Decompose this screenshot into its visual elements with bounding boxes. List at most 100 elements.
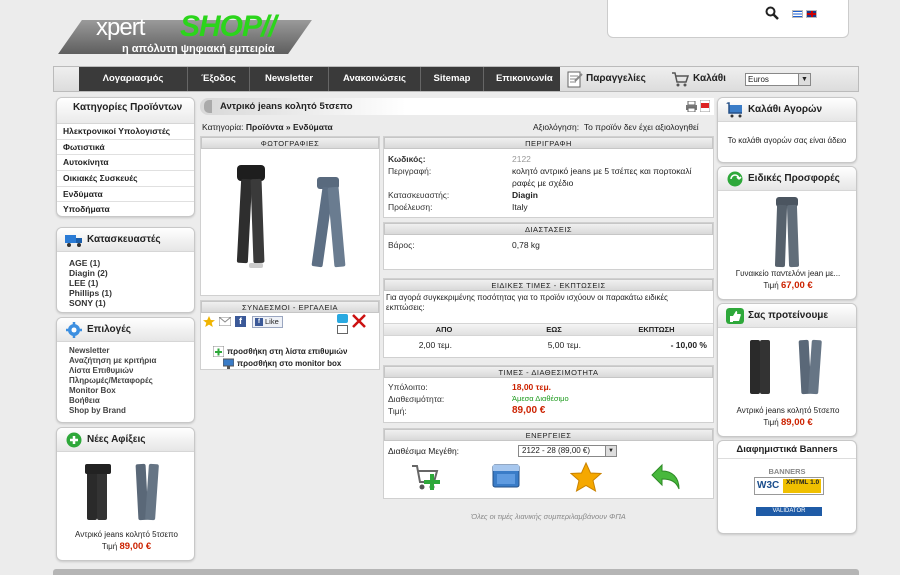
logo-tagline: η απόλυτη ψηφιακή εμπειρία	[122, 43, 275, 55]
price-label: Τιμή:	[388, 406, 407, 416]
star-icon[interactable]	[203, 316, 215, 327]
search-icon[interactable]	[765, 6, 779, 20]
links-tools-panel: ΣΥΝΔΕΣΜΟΙ - ΕΡΓΑΛΕΙΑ f f Like προσθήκη στ…	[200, 300, 380, 370]
search-box	[607, 0, 849, 38]
manufacturer-item[interactable]: LEE (1)	[57, 278, 194, 288]
manufacturer-item[interactable]: Phillips (1)	[57, 288, 194, 298]
english-flag-icon[interactable]	[806, 10, 817, 18]
twitter-icon[interactable]	[337, 314, 348, 323]
greek-flag-icon[interactable]	[792, 10, 803, 18]
options-box: Επιλογές Newsletter Αναζήτηση με κριτήρι…	[56, 317, 195, 423]
dimensions-panel: ΔΙΑΣΤΑΣΕΙΣ Βάρος: 0,78 kg	[383, 222, 714, 270]
manufacturer-item[interactable]: AGE (1)	[57, 258, 194, 268]
special-product-name[interactable]: Γυναικείο παντελόνι jean με...	[718, 269, 856, 278]
search-input[interactable]	[622, 7, 782, 21]
recommend-product-image[interactable]	[746, 339, 830, 398]
price-label: Τιμή	[763, 418, 779, 427]
chevron-down-icon: ▼	[798, 74, 810, 85]
validator-badge[interactable]: VALIDATOR	[756, 507, 822, 516]
category-item[interactable]: Αυτοκίνητα	[57, 155, 194, 172]
pdf-icon[interactable]	[700, 100, 710, 112]
cart-box: Καλάθι Αγορών Το καλάθι αγορών σας είναι…	[717, 97, 857, 163]
special-prices-header: ΕΙΔΙΚΕΣ ΤΙΜΕΣ - ΕΚΠΤΩΣΕΙΣ	[384, 279, 713, 291]
nav-cart[interactable]: Καλάθι	[693, 67, 726, 91]
nav-announcements[interactable]: Ανακοινώσεις	[328, 67, 420, 91]
favorite-star-icon[interactable]	[570, 462, 602, 492]
add-monitor-link[interactable]: προσθήκη στο monitor box	[237, 359, 341, 368]
back-arrow-icon[interactable]	[650, 462, 682, 492]
option-item[interactable]: Newsletter	[57, 346, 194, 356]
manufacturer-item[interactable]: SONY (1)	[57, 298, 194, 308]
email-icon[interactable]	[219, 317, 231, 326]
special-price-row: Τιμή 67,00 €	[718, 280, 856, 291]
nav-account[interactable]: Λογαριασμός	[79, 67, 187, 91]
discount-from: 2,00 τεμ.	[418, 340, 452, 350]
new-arrivals-title: Νέες Αφίξεις	[87, 434, 146, 445]
add-to-cart-icon[interactable]	[410, 462, 442, 492]
code-value: 2122	[512, 154, 531, 164]
option-item[interactable]: Shop by Brand	[57, 406, 194, 416]
product-main-image[interactable]	[221, 165, 361, 275]
nav-contact[interactable]: Επικοινωνία	[483, 67, 560, 91]
option-item[interactable]: Πληρωμές/Μεταφορές	[57, 376, 194, 386]
print-icon[interactable]	[686, 101, 697, 112]
photos-panel: ΦΩΤΟΓΡΑΦΙΕΣ	[200, 136, 380, 296]
add-wishlist-link[interactable]: προσθήκη στη λίστα επιθυμιών	[227, 347, 347, 356]
main-navigation: Λογαριασμός Έξοδος Newsletter Ανακοινώσε…	[53, 66, 859, 92]
logo-xpert: xpert	[96, 14, 145, 41]
specials-header: Ειδικές Προσφορές	[718, 167, 856, 191]
category-item[interactable]: Ηλεκτρονικοί Υπολογιστές	[57, 124, 194, 140]
option-item[interactable]: Βοήθεια	[57, 396, 194, 406]
qr-code-icon[interactable]	[337, 325, 348, 334]
manufacturer-value[interactable]: Diagin	[512, 189, 713, 201]
w3c-xhtml-badge[interactable]: W3C XHTML 1.0	[754, 477, 824, 495]
rating-label: Αξιολόγηση:	[533, 122, 580, 132]
manufacturers-box: Κατασκευαστές AGE (1) Diagin (2) LEE (1)…	[56, 227, 195, 313]
actions-header: ΕΝΕΡΓΕΙΕΣ	[384, 429, 713, 441]
nav-logout[interactable]: Έξοδος	[187, 67, 249, 91]
new-arrivals-box: Νέες Αφίξεις Αντρικό jeans κολητό 5τσεπο…	[56, 427, 195, 561]
discount-col-to: ΕΩΣ	[546, 325, 562, 334]
breadcrumb-path[interactable]: Προϊόντα » Ενδύματα	[246, 122, 333, 132]
compare-icon[interactable]	[490, 462, 522, 492]
new-arrival-image[interactable]	[85, 463, 165, 524]
size-select[interactable]: 2122 - 28 (89,00 €) ▼	[518, 445, 617, 457]
recommend-product-name[interactable]: Αντρικό jeans κολητό 5τσεπο	[718, 406, 856, 415]
facebook-like-button[interactable]: f Like	[252, 316, 283, 328]
option-item[interactable]: Αναζήτηση με κριτήρια	[57, 356, 194, 366]
category-item[interactable]: Υποδήματα	[57, 202, 194, 216]
specials-box: Ειδικές Προσφορές Γυναικείο παντελόνι je…	[717, 166, 857, 300]
breadcrumb: Κατηγορία: Προϊόντα » Ενδύματα	[202, 122, 333, 132]
prices-header: ΤΙΜΕΣ - ΔΙΑΘΕΣΙΜΟΤΗΤΑ	[384, 366, 713, 378]
nav-sitemap[interactable]: Sitemap	[420, 67, 483, 91]
nav-orders[interactable]: Παραγγελίες	[586, 67, 646, 91]
recommend-price-row: Τιμή 89,00 €	[718, 417, 856, 428]
category-item[interactable]: Φωτιστικά	[57, 140, 194, 156]
new-arrival-price: 89,00 €	[119, 541, 152, 552]
option-item[interactable]: Λίστα Επιθυμιών	[57, 366, 194, 376]
weight-label: Βάρος:	[388, 240, 415, 250]
option-item[interactable]: Monitor Box	[57, 386, 194, 396]
cart-box-header: Καλάθι Αγορών	[718, 98, 856, 122]
manufacturer-item[interactable]: Diagin (2)	[57, 268, 194, 278]
truck-icon	[65, 235, 82, 247]
product-title: Αντρικό jeans κολητό 5τσεπο	[220, 101, 353, 112]
site-logo[interactable]: xpert SHOP// η απόλυτη ψηφιακή εμπειρία	[58, 10, 320, 55]
close-icon[interactable]	[352, 314, 366, 328]
category-item[interactable]: Ενδύματα	[57, 187, 194, 203]
category-list: Ηλεκτρονικοί Υπολογιστές Φωτιστικά Αυτοκ…	[57, 124, 194, 216]
wishlist-icon	[213, 346, 224, 357]
code-label: Κωδικός:	[388, 154, 426, 164]
options-title: Επιλογές	[87, 324, 131, 335]
facebook-icon[interactable]: f	[235, 316, 246, 327]
rating: Αξιολόγηση: Το προϊόν δεν έχει αξιολογηθ…	[533, 122, 699, 132]
new-arrival-name[interactable]: Αντρικό jeans κολητό 5τσεπο	[57, 530, 194, 539]
category-item[interactable]: Οικιακές Συσκευές	[57, 171, 194, 187]
nav-newsletter[interactable]: Newsletter	[249, 67, 328, 91]
price-label: Τιμή	[101, 542, 118, 551]
currency-select[interactable]: Euros ▼	[745, 73, 811, 86]
footer-bar	[53, 569, 859, 575]
size-select-value: 2122 - 28 (89,00 €)	[522, 446, 591, 455]
special-product-image[interactable]	[770, 197, 810, 268]
recommend-title: Σας προτείνουμε	[748, 310, 829, 321]
